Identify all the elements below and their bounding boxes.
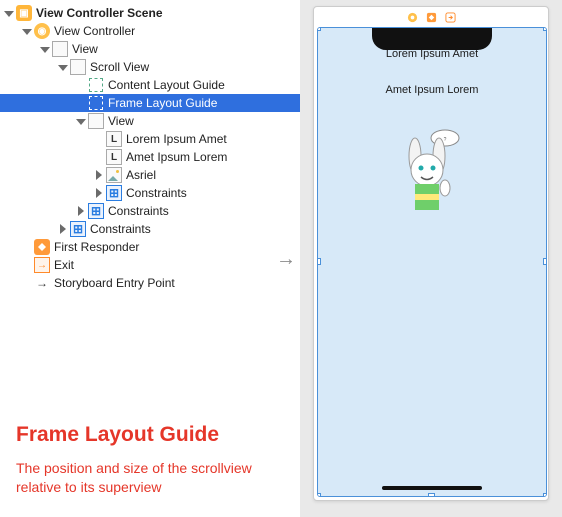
layout-guide-icon bbox=[88, 95, 104, 111]
tree-label: Storyboard Entry Point bbox=[54, 276, 175, 290]
tree-label: Frame Layout Guide bbox=[108, 96, 217, 110]
home-indicator bbox=[382, 486, 482, 490]
tree-label: Constraints bbox=[90, 222, 151, 236]
tree-label: View bbox=[108, 114, 134, 128]
first-responder-icon bbox=[34, 239, 50, 255]
annotation-area: Frame Layout Guide The position and size… bbox=[0, 423, 300, 517]
resize-handle[interactable] bbox=[317, 27, 321, 31]
constraints-icon: ⊞ bbox=[88, 203, 104, 219]
tree-row-inner-view[interactable]: View bbox=[0, 112, 300, 130]
resize-handle[interactable] bbox=[317, 258, 321, 265]
exit-icon bbox=[34, 257, 50, 273]
tree-row-scene[interactable]: ▣ View Controller Scene bbox=[0, 4, 300, 22]
view-icon bbox=[88, 113, 104, 129]
annotation-subtitle: The position and size of the scrollview … bbox=[16, 459, 284, 497]
resize-handle[interactable] bbox=[428, 493, 435, 497]
tree-label: Lorem Ipsum Amet bbox=[126, 132, 227, 146]
tree-row-first-responder[interactable]: First Responder bbox=[0, 238, 300, 256]
tree-row-scrollview[interactable]: Scroll View bbox=[0, 58, 300, 76]
resize-handle[interactable] bbox=[543, 258, 547, 265]
label-icon: L bbox=[106, 131, 122, 147]
constraints-icon: ⊞ bbox=[106, 185, 122, 201]
tree-label: View Controller Scene bbox=[36, 6, 163, 20]
viewcontroller-dock-icon[interactable] bbox=[407, 12, 418, 23]
phone-notch bbox=[372, 28, 492, 50]
tree-label: Content Layout Guide bbox=[108, 78, 225, 92]
arrow-connector-icon: → bbox=[276, 248, 296, 271]
tree-row-content-layout-guide[interactable]: Content Layout Guide bbox=[0, 76, 300, 94]
exit-dock-icon[interactable] bbox=[445, 12, 456, 23]
first-responder-dock-icon[interactable] bbox=[426, 12, 437, 23]
viewcontroller-icon: ◉ bbox=[34, 23, 50, 39]
tree-label: Asriel bbox=[126, 168, 156, 182]
tree-row-constraints-inner[interactable]: ⊞ Constraints bbox=[0, 184, 300, 202]
imageview-icon bbox=[106, 167, 122, 183]
tree-row-label1[interactable]: L Lorem Ipsum Amet bbox=[0, 130, 300, 148]
disclosure-icon[interactable] bbox=[58, 224, 68, 234]
resize-handle[interactable] bbox=[543, 493, 547, 497]
svg-text:?: ? bbox=[444, 137, 447, 143]
disclosure-icon[interactable] bbox=[76, 206, 86, 216]
tree-label: View bbox=[72, 42, 98, 56]
tree-label: First Responder bbox=[54, 240, 139, 254]
tree-label: Constraints bbox=[126, 186, 187, 200]
tree-row-asriel[interactable]: Asriel bbox=[0, 166, 300, 184]
resize-handle[interactable] bbox=[543, 27, 547, 31]
view-icon bbox=[52, 41, 68, 57]
document-outline: ▣ View Controller Scene ◉ View Controlle… bbox=[0, 0, 300, 517]
tree-row-entry-point[interactable]: Storyboard Entry Point bbox=[0, 274, 300, 292]
tree-label: View Controller bbox=[54, 24, 135, 38]
tree-row-label2[interactable]: L Amet Ipsum Lorem bbox=[0, 148, 300, 166]
label-icon: L bbox=[106, 149, 122, 165]
tree-label: Constraints bbox=[108, 204, 169, 218]
disclosure-icon[interactable] bbox=[94, 188, 104, 198]
disclosure-icon[interactable] bbox=[94, 170, 104, 180]
annotation-title: Frame Layout Guide bbox=[16, 423, 284, 447]
tree-row-frame-layout-guide[interactable]: Frame Layout Guide bbox=[0, 94, 300, 112]
tree-label: Scroll View bbox=[90, 60, 149, 74]
constraints-icon: ⊞ bbox=[70, 221, 86, 237]
entry-point-icon bbox=[34, 275, 50, 291]
resize-handle[interactable] bbox=[317, 493, 321, 497]
tree-label: Amet Ipsum Lorem bbox=[126, 150, 227, 164]
disclosure-icon[interactable] bbox=[22, 26, 32, 36]
scrollview-icon bbox=[70, 59, 86, 75]
asriel-image[interactable]: ? bbox=[397, 128, 467, 218]
interface-builder-canvas[interactable]: → Lorem Ipsum Amet bbox=[300, 0, 562, 517]
disclosure-icon[interactable] bbox=[76, 116, 86, 126]
scene-window[interactable]: Lorem Ipsum Amet Amet Ipsum Lorem ? bbox=[313, 6, 549, 501]
tree-row-viewcontroller[interactable]: ◉ View Controller bbox=[0, 22, 300, 40]
tree-row-view[interactable]: View bbox=[0, 40, 300, 58]
disclosure-icon[interactable] bbox=[4, 8, 14, 18]
canvas-label-2[interactable]: Amet Ipsum Lorem bbox=[318, 84, 546, 96]
phone-screen[interactable]: Lorem Ipsum Amet Amet Ipsum Lorem ? bbox=[317, 27, 547, 497]
tree-row-exit[interactable]: Exit bbox=[0, 256, 300, 274]
disclosure-icon[interactable] bbox=[40, 44, 50, 54]
tree-row-constraints-scroll[interactable]: ⊞ Constraints bbox=[0, 202, 300, 220]
scene-titlebar[interactable] bbox=[314, 7, 548, 27]
layout-guide-icon bbox=[88, 77, 104, 93]
disclosure-icon[interactable] bbox=[58, 62, 68, 72]
tree-row-constraints-view[interactable]: ⊞ Constraints bbox=[0, 220, 300, 238]
scene-icon: ▣ bbox=[16, 5, 32, 21]
tree-label: Exit bbox=[54, 258, 74, 272]
